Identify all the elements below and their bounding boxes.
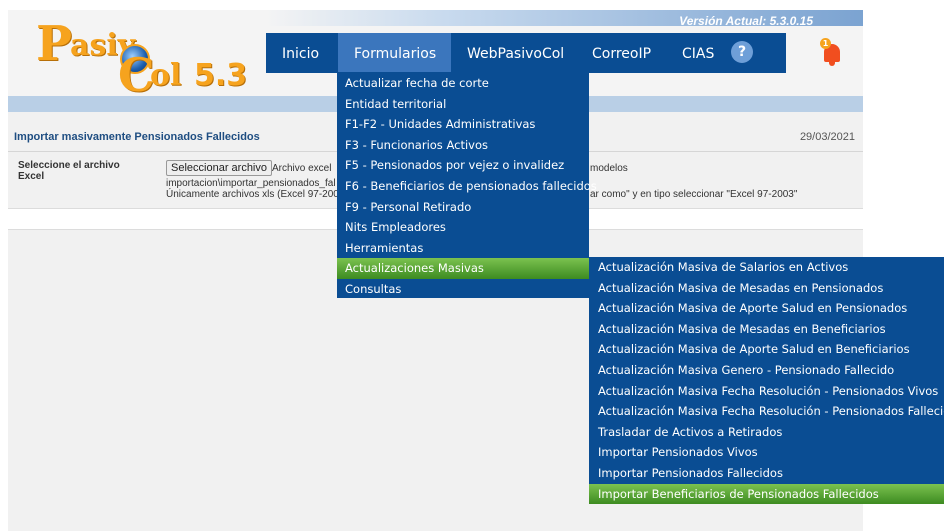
submenu-item[interactable]: Actualización Masiva Genero - Pensionado… (589, 360, 944, 381)
main-nav: Inicio Formularios WebPasivoCol CorreoIP… (266, 33, 786, 73)
nav-webpasivocol[interactable]: WebPasivoCol (451, 33, 576, 73)
submenu-item[interactable]: Actualización Masiva de Aporte Salud en … (589, 339, 944, 360)
menu-item-consultas[interactable]: Consultas (337, 279, 589, 300)
nav-correoip[interactable]: CorreoIP (576, 33, 666, 73)
menu-item-f6[interactable]: F6 - Beneficiarios de pensionados fallec… (337, 176, 597, 197)
page-date: 29/03/2021 (799, 131, 855, 143)
menu-item-f3[interactable]: F3 - Funcionarios Activos (337, 135, 589, 156)
menu-item-actualizar-fecha-corte[interactable]: Actualizar fecha de corte (337, 73, 589, 94)
help-text-line3: Únicamente archivos xls (Excel 97-200 (166, 189, 339, 200)
nav-cias[interactable]: CIAS (666, 33, 728, 73)
help-text-line1: Archivo excel (272, 163, 332, 174)
menu-item-f9[interactable]: F9 - Personal Retirado (337, 197, 589, 218)
file-field-label: Seleccione el archivo Excel (18, 160, 120, 182)
help-icon[interactable]: ? (731, 41, 753, 63)
nav-inicio[interactable]: Inicio (266, 33, 338, 73)
formularios-dropdown: Actualizar fecha de corte Entidad territ… (337, 72, 597, 300)
submenu-item[interactable]: Actualización Masiva de Salarios en Acti… (589, 257, 944, 278)
menu-item-entidad-territorial[interactable]: Entidad territorial (337, 94, 589, 115)
submenu-item[interactable]: Importar Pensionados Vivos (589, 442, 944, 463)
notification-badge: 1 (820, 38, 831, 49)
submenu-item-importar-beneficiarios[interactable]: Importar Beneficiarios de Pensionados Fa… (589, 483, 944, 505)
menu-item-f5[interactable]: F5 - Pensionados por vejez o invalidez (337, 155, 589, 176)
submenu-item[interactable]: Actualización Masiva Fecha Resolución - … (589, 401, 952, 422)
submenu-item[interactable]: Actualización Masiva Fecha Resolución - … (589, 381, 944, 402)
logo[interactable]: P asiv C ol 5.3 (36, 16, 266, 102)
submenu-item[interactable]: Actualización Masiva de Mesadas en Pensi… (589, 278, 944, 299)
page-title: Importar masivamente Pensionados Falleci… (14, 131, 260, 143)
help-text-line2: importacion\importar_pensionados_fal (166, 178, 336, 189)
submenu-item[interactable]: Actualización Masiva de Aporte Salud en … (589, 298, 944, 319)
nav-formularios[interactable]: Formularios (338, 33, 451, 73)
submenu-item[interactable]: Trasladar de Activos a Retirados (589, 422, 944, 443)
menu-item-actualizaciones-masivas[interactable]: Actualizaciones Masivas (337, 258, 589, 279)
version-label: Versión Actual: 5.3.0.15 (679, 14, 813, 28)
help-text-line3-tail: ar como" y en tipo seleccionar "Excel 97… (590, 189, 798, 200)
actualizaciones-masivas-submenu: Actualización Masiva de Salarios en Acti… (589, 257, 952, 505)
submenu-item[interactable]: Importar Pensionados Fallecidos (589, 463, 944, 484)
menu-item-f1-f2[interactable]: F1-F2 - Unidades Administrativas (337, 114, 589, 135)
help-text-line1-tail: modelos (590, 163, 628, 174)
select-file-button[interactable]: Seleccionar archivo (166, 160, 272, 176)
notification-bell-icon[interactable]: 1 (820, 38, 844, 68)
submenu-item[interactable]: Actualización Masiva de Mesadas en Benef… (589, 319, 944, 340)
menu-item-nits-empleadores[interactable]: Nits Empleadores (337, 217, 589, 238)
menu-item-herramientas[interactable]: Herramientas (337, 238, 589, 259)
